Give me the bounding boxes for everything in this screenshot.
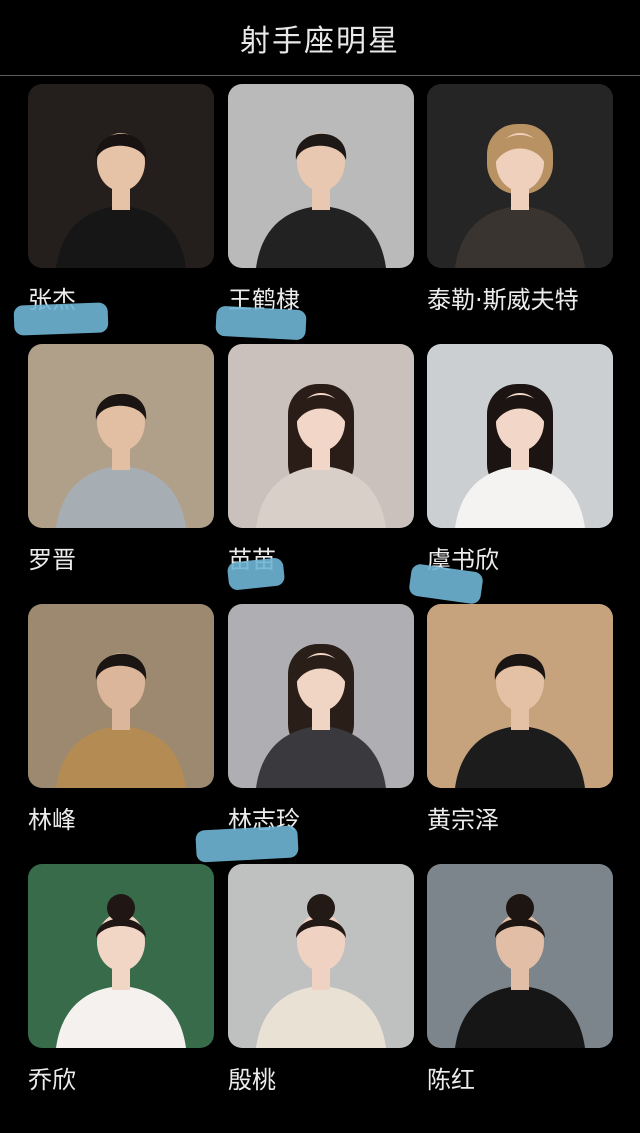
celebrity-photo[interactable] <box>228 864 414 1048</box>
celebrity-card[interactable]: 王鹤棣 <box>228 84 414 334</box>
celebrity-photo[interactable] <box>427 864 613 1048</box>
celebrity-photo[interactable] <box>228 344 414 528</box>
celebrity-card[interactable]: 泰勒·斯威夫特 <box>427 84 613 334</box>
highlight-marker <box>215 305 307 341</box>
portrait-image <box>28 84 214 268</box>
portrait-image <box>427 604 613 788</box>
celebrity-card[interactable]: 殷桃 <box>228 864 414 1114</box>
portrait-image <box>228 604 414 788</box>
celebrity-photo[interactable] <box>427 84 613 268</box>
celebrity-photo[interactable] <box>28 84 214 268</box>
portrait-image <box>28 604 214 788</box>
celebrity-card[interactable]: 林峰 <box>28 604 214 854</box>
celebrity-name: 殷桃 <box>228 1066 276 1094</box>
portrait-image <box>228 344 414 528</box>
celebrity-photo[interactable] <box>28 864 214 1048</box>
celebrity-card[interactable]: 苗苗 <box>228 344 414 594</box>
portrait-image <box>228 84 414 268</box>
portrait-image <box>427 84 613 268</box>
celebrity-name: 林峰 <box>28 806 76 834</box>
portrait-image <box>28 864 214 1048</box>
portrait-image <box>28 344 214 528</box>
highlight-marker <box>195 825 299 863</box>
celebrity-card[interactable]: 罗晋 <box>28 344 214 594</box>
highlight-marker <box>13 302 109 336</box>
top-bar: 射手座明星 <box>0 0 640 76</box>
celebrity-card[interactable]: 黄宗泽 <box>427 604 613 854</box>
celebrity-name: 罗晋 <box>28 546 76 574</box>
celebrity-photo[interactable] <box>28 604 214 788</box>
celebrity-card[interactable]: 陈红 <box>427 864 613 1114</box>
celebrity-card[interactable]: 林志玲 <box>228 604 414 854</box>
celebrity-card[interactable]: 张杰 <box>28 84 214 334</box>
celebrity-photo[interactable] <box>28 344 214 528</box>
celebrity-photo[interactable] <box>427 604 613 788</box>
celebrity-name: 陈红 <box>427 1066 475 1094</box>
celebrity-photo[interactable] <box>228 604 414 788</box>
page-title: 射手座明星 <box>240 23 400 59</box>
portrait-image <box>228 864 414 1048</box>
celebrity-photo[interactable] <box>427 344 613 528</box>
portrait-image <box>427 344 613 528</box>
celebrity-name: 黄宗泽 <box>427 806 499 834</box>
highlight-marker <box>226 557 286 591</box>
celebrity-card[interactable]: 乔欣 <box>28 864 214 1114</box>
celebrity-photo[interactable] <box>228 84 414 268</box>
celebrity-name: 泰勒·斯威夫特 <box>427 286 579 314</box>
portrait-image <box>427 864 613 1048</box>
celebrity-card[interactable]: 虞书欣 <box>427 344 613 594</box>
celebrity-name: 乔欣 <box>28 1066 76 1094</box>
